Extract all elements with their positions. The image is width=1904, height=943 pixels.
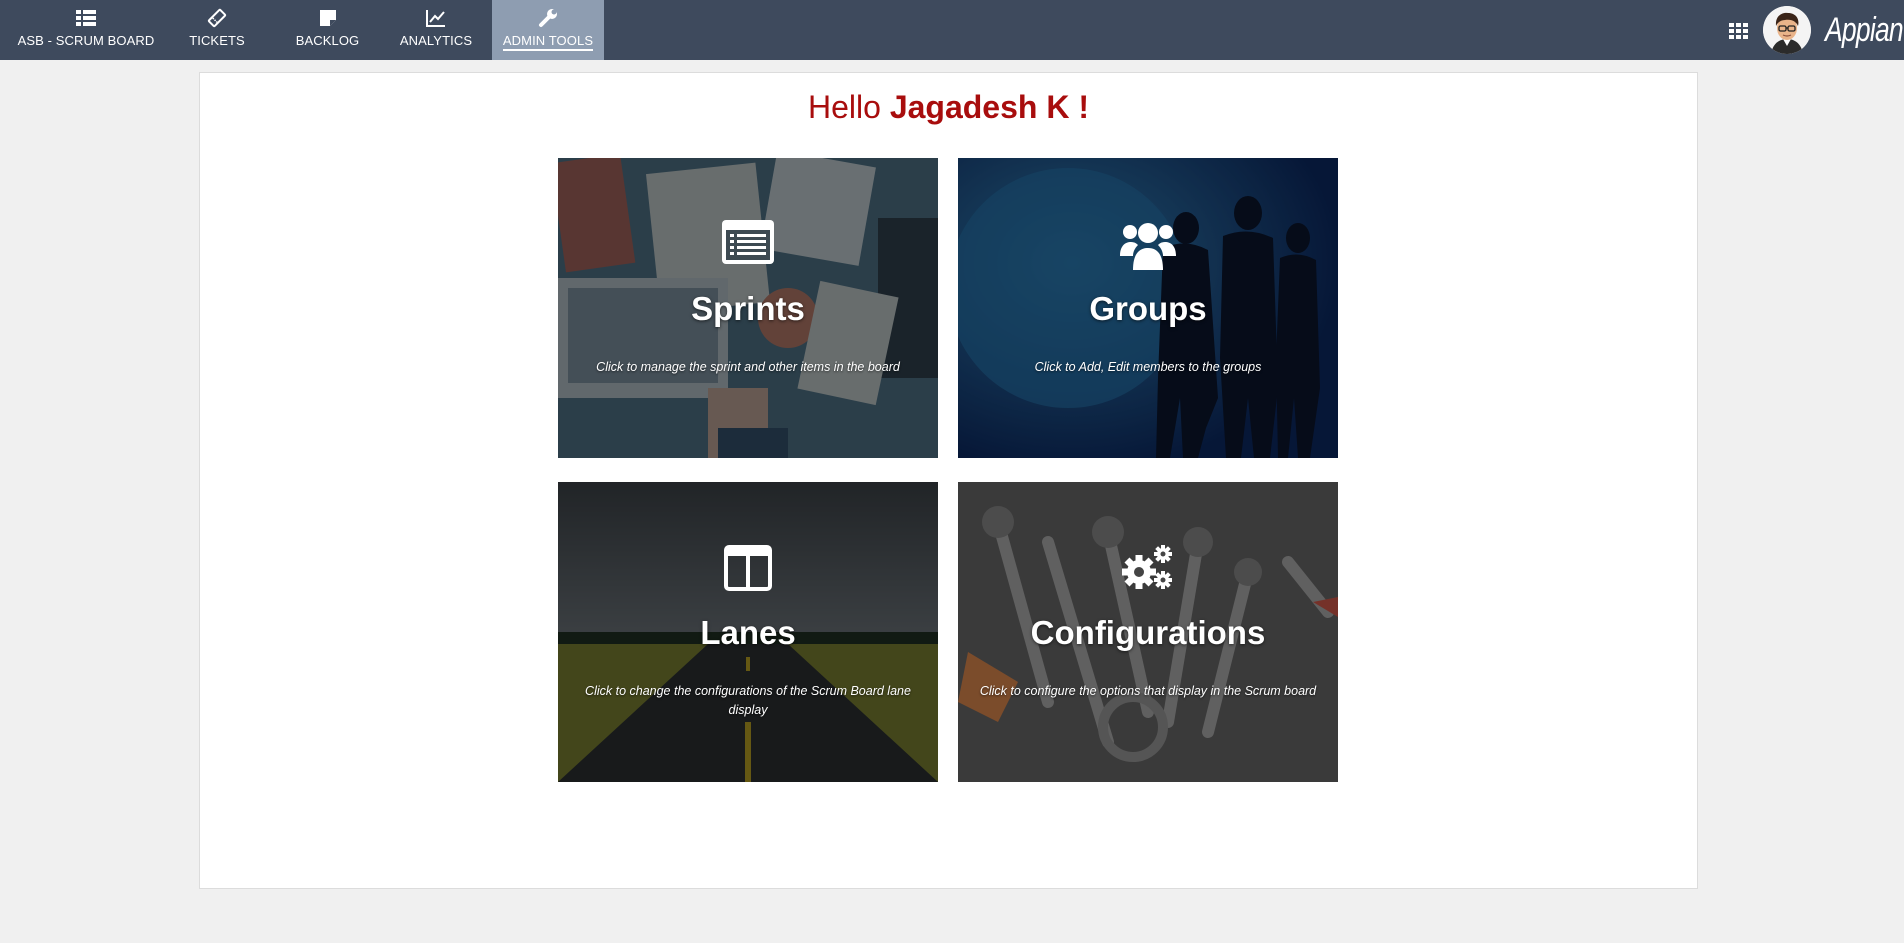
tab-backlog[interactable]: BACKLOG xyxy=(280,0,375,60)
ticket-icon xyxy=(207,8,227,28)
tab-label: ADMIN TOOLS xyxy=(502,33,594,51)
grid-icon[interactable] xyxy=(1728,19,1750,41)
tab-admin-tools[interactable]: ADMIN TOOLS xyxy=(492,0,604,60)
tile-configurations[interactable]: Configurations Click to configure the op… xyxy=(958,482,1338,782)
gears-icon xyxy=(958,544,1338,598)
greeting-prefix: Hello xyxy=(808,89,881,125)
tile-title: Sprints xyxy=(691,290,805,327)
tile-description: Click to manage the sprint and other ite… xyxy=(596,360,900,374)
appian-logo: Appian xyxy=(1825,11,1904,49)
tab-label: BACKLOG xyxy=(295,33,360,48)
users-icon xyxy=(958,220,1338,274)
wrench-icon xyxy=(538,8,558,28)
avatar[interactable] xyxy=(1763,6,1811,54)
tab-analytics[interactable]: ANALYTICS xyxy=(395,0,477,60)
line-chart-icon xyxy=(426,8,446,28)
tile-sprints[interactable]: Sprints Click to manage the sprint and o… xyxy=(558,158,938,458)
tab-label: ASB - SCRUM BOARD xyxy=(17,33,155,48)
tab-asb-scrum-board[interactable]: ASB - SCRUM BOARD xyxy=(10,0,162,60)
tab-label: ANALYTICS xyxy=(399,33,473,48)
user-name: Jagadesh K ! xyxy=(889,89,1089,125)
tab-label: TICKETS xyxy=(189,33,245,48)
tile-title: Configurations xyxy=(1030,614,1266,651)
tile-description: Click to change the configurations of th… xyxy=(585,684,911,717)
tile-lanes[interactable]: Lanes Click to change the configurations… xyxy=(558,482,938,782)
columns-icon xyxy=(558,544,938,598)
tile-description: Click to configure the options that disp… xyxy=(979,684,1317,698)
note-icon xyxy=(319,8,337,28)
top-navigation-bar: ASB - SCRUM BOARD TICKETS BACKLOG ANALYT… xyxy=(0,0,1904,60)
greeting: Hello Jagadesh K ! xyxy=(200,89,1697,126)
tile-description: Click to Add, Edit members to the groups xyxy=(1034,360,1262,374)
tile-title: Lanes xyxy=(700,614,796,651)
admin-tools-panel: Hello Jagadesh K ! Sprints Click to mana… xyxy=(199,72,1698,889)
list-icon xyxy=(76,8,96,28)
tile-title: Groups xyxy=(1089,290,1207,327)
tile-groups[interactable]: Groups Click to Add, Edit members to the… xyxy=(958,158,1338,458)
tab-tickets[interactable]: TICKETS xyxy=(176,0,258,60)
list-card-icon xyxy=(558,220,938,274)
